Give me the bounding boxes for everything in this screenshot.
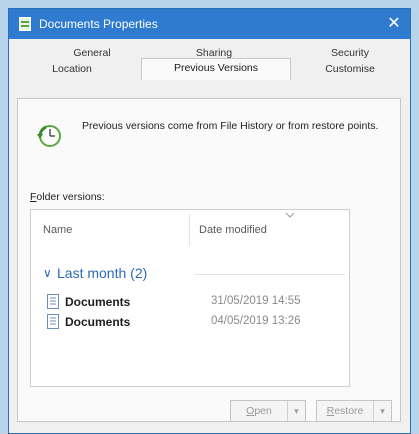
open-dropdown-arrow-icon[interactable]: ▾ — [287, 401, 305, 421]
tab-previous-versions[interactable]: Previous Versions — [141, 58, 291, 80]
folder-properties-icon — [19, 17, 31, 31]
close-icon: ✕ — [387, 15, 401, 32]
group-label: Last month (2) — [57, 265, 148, 281]
document-icon — [47, 294, 59, 309]
restore-button[interactable]: Restore ▾ — [316, 400, 392, 422]
item-date: 31/05/2019 14:55 — [211, 295, 301, 307]
document-icon — [47, 314, 59, 329]
column-divider[interactable] — [189, 214, 190, 246]
close-button[interactable]: ✕ — [378, 9, 410, 39]
open-button-label: Open — [231, 401, 287, 421]
restore-label-rest: estore — [334, 405, 364, 417]
tab-previous-versions-label: Previous Versions — [173, 62, 259, 74]
sort-caret-icon — [285, 212, 295, 218]
info-description: Previous versions come from File History… — [82, 120, 379, 132]
versions-list[interactable]: Name Date modified ∨ Last month (2) Docu… — [30, 209, 350, 387]
tab-customise[interactable]: Customise — [305, 63, 395, 75]
tab-general[interactable]: General — [47, 47, 137, 59]
properties-window: Documents Properties ✕ General Sharing S… — [8, 8, 411, 434]
open-button[interactable]: Open ▾ — [230, 400, 306, 422]
item-date: 04/05/2019 13:26 — [211, 315, 301, 327]
tab-location[interactable]: Location — [27, 63, 117, 75]
tab-security[interactable]: Security — [305, 47, 395, 59]
column-header-name[interactable]: Name — [43, 224, 72, 236]
previous-versions-panel: Previous versions come from File History… — [17, 98, 401, 422]
open-label-rest: pen — [254, 405, 272, 417]
restore-dropdown-arrow-icon[interactable]: ▾ — [373, 401, 391, 421]
group-divider — [195, 274, 345, 275]
restore-button-label: Restore — [317, 401, 373, 421]
column-header-date-modified[interactable]: Date modified — [199, 224, 267, 236]
list-item[interactable]: Documents 04/05/2019 13:26 — [43, 312, 343, 332]
window-title: Documents Properties — [39, 17, 158, 31]
list-item[interactable]: Documents 31/05/2019 14:55 — [43, 292, 343, 312]
item-name: Documents — [65, 315, 131, 329]
chevron-down-icon[interactable]: ∨ — [43, 266, 52, 280]
history-clock-icon — [37, 125, 61, 147]
title-bar[interactable]: Documents Properties ✕ — [9, 9, 410, 39]
folder-versions-text: older versions: — [36, 191, 105, 203]
tab-strip: General Sharing Security Location Previo… — [9, 39, 410, 99]
folder-versions-label: Folder versions: — [30, 191, 105, 203]
item-name: Documents — [65, 295, 131, 309]
group-header-last-month[interactable]: ∨ Last month (2) — [43, 264, 345, 284]
